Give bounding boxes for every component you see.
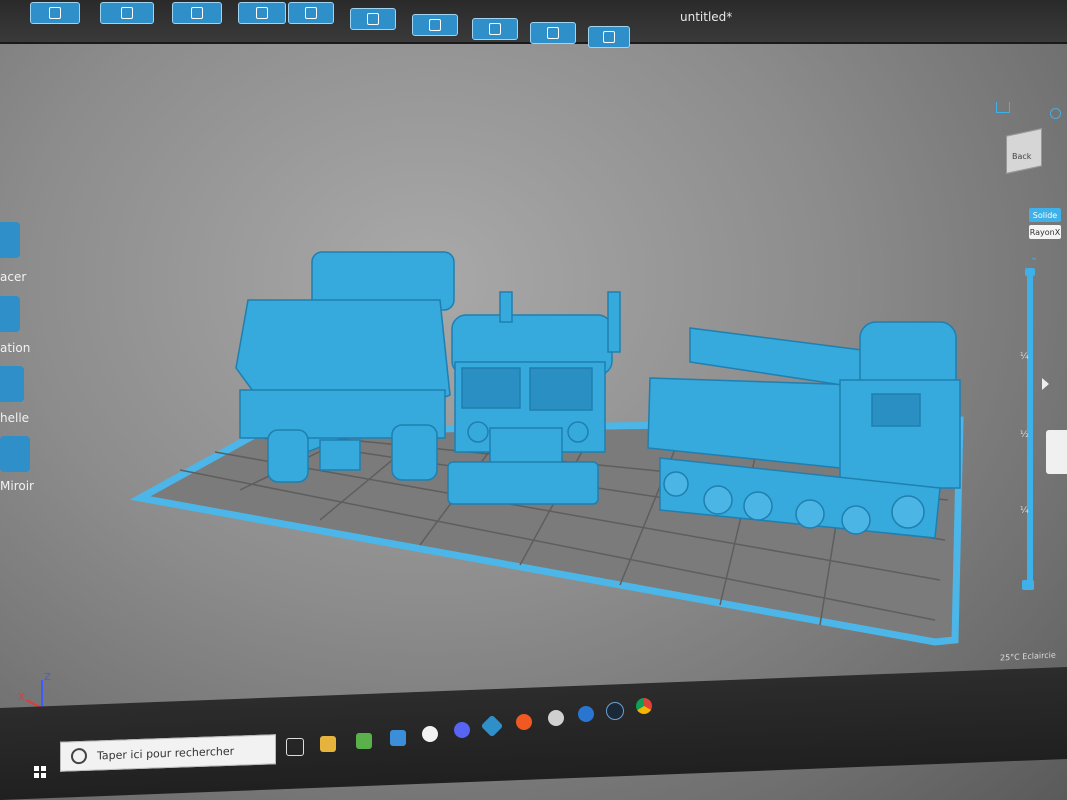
folder-icon xyxy=(49,7,61,19)
rotate-icon xyxy=(547,27,559,39)
support-button[interactable] xyxy=(412,14,458,36)
model-truck-left[interactable] xyxy=(235,251,455,483)
lock-icon xyxy=(603,31,615,43)
task-view-icon[interactable] xyxy=(286,738,304,756)
app-circle-icon[interactable] xyxy=(548,710,564,726)
move-tool-button[interactable] xyxy=(0,222,20,258)
axis-z-label: Z xyxy=(44,672,51,683)
support-icon xyxy=(429,19,441,31)
app-screen: untitled* acer ation helle Miroir Back S… xyxy=(0,0,1067,800)
top-toolbar: untitled* xyxy=(0,0,1067,48)
panel-expand-arrow[interactable] xyxy=(1042,378,1049,390)
browser-icon[interactable] xyxy=(578,706,594,722)
ea-icon[interactable] xyxy=(516,714,532,730)
home-icon[interactable] xyxy=(996,102,1010,113)
axis-x-label: X xyxy=(18,692,25,703)
steam-icon[interactable] xyxy=(606,702,624,720)
mirror-tool-label: Miroir xyxy=(0,479,34,493)
move-tool-label: acer xyxy=(0,270,27,284)
model-truck-middle[interactable] xyxy=(447,291,621,505)
right-panel-tab[interactable] xyxy=(1046,430,1067,474)
scale-tool-button[interactable] xyxy=(0,366,24,402)
view-cube-label: Back xyxy=(1012,152,1032,161)
discord-icon[interactable] xyxy=(454,722,470,738)
mirror-tool-button[interactable] xyxy=(0,436,30,472)
window-title: untitled* xyxy=(680,10,733,24)
select-area-button[interactable] xyxy=(172,2,222,24)
settings-icon[interactable] xyxy=(1050,108,1061,119)
save-icon xyxy=(121,7,133,19)
redo-icon xyxy=(305,7,317,19)
view-cube[interactable] xyxy=(1006,128,1042,174)
windows-start-icon[interactable] xyxy=(34,766,46,778)
bucket-button[interactable] xyxy=(472,18,518,40)
slider-tick-half: ½ xyxy=(1020,430,1029,440)
chrome-icon[interactable] xyxy=(636,698,652,714)
slider-tick-three-quarter: ¼ xyxy=(1020,506,1029,516)
save-button[interactable] xyxy=(100,2,154,24)
mail-icon[interactable] xyxy=(390,730,406,746)
open-file-button[interactable] xyxy=(30,2,80,24)
model-truck-right[interactable] xyxy=(647,321,961,539)
search-icon xyxy=(71,747,87,765)
music-icon[interactable] xyxy=(422,726,438,742)
layer-slider-handle-top[interactable] xyxy=(1025,268,1035,276)
solid-view-button[interactable]: Solide xyxy=(1029,208,1061,222)
search-placeholder: Taper ici pour rechercher xyxy=(97,744,235,762)
xray-view-button[interactable]: RayonX xyxy=(1029,225,1061,239)
layer-slider-handle-bottom[interactable] xyxy=(1022,580,1034,590)
chevron-down-icon[interactable]: ⌄ xyxy=(1030,252,1038,263)
rotate-view-button[interactable] xyxy=(530,22,576,44)
select-icon xyxy=(191,7,203,19)
undo-icon xyxy=(256,7,268,19)
copy-button[interactable] xyxy=(350,8,396,30)
file-explorer-icon[interactable] xyxy=(320,736,336,752)
slider-tick-quarter: ¼ xyxy=(1020,352,1029,362)
rotate-tool-label: ation xyxy=(0,341,31,355)
lock-button[interactable] xyxy=(588,26,630,48)
undo-button[interactable] xyxy=(238,2,286,24)
bucket-icon xyxy=(489,23,501,35)
scale-tool-label: helle xyxy=(0,411,30,425)
redo-button[interactable] xyxy=(288,2,334,24)
copy-icon xyxy=(367,13,379,25)
rotate-tool-button[interactable] xyxy=(0,296,20,332)
store-icon[interactable] xyxy=(356,733,372,749)
